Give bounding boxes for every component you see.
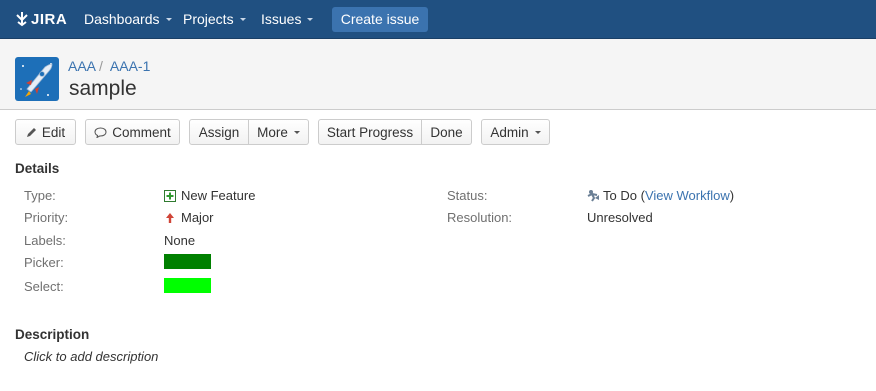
priority-label: Priority: <box>24 210 69 225</box>
speech-bubble-icon <box>94 127 107 138</box>
rocket-icon <box>15 57 59 101</box>
select-label: Select: <box>24 279 64 294</box>
nav-issues-label: Issues <box>261 11 302 27</box>
description-heading[interactable]: Description <box>15 327 89 342</box>
priority-value-text: Major <box>181 210 214 225</box>
to-do-status-icon <box>587 190 599 202</box>
type-value: New Feature <box>164 188 255 203</box>
status-close-paren: ) <box>729 188 735 203</box>
picker-label: Picker: <box>24 255 64 270</box>
more-button[interactable]: More <box>249 119 309 145</box>
nav-dashboards[interactable]: Dashboards <box>84 0 172 38</box>
comment-button[interactable]: Comment <box>85 119 180 145</box>
status-value-text: To Do <box>603 188 637 203</box>
admin-button[interactable]: Admin <box>481 119 550 145</box>
more-button-label: More <box>257 125 288 140</box>
pencil-icon <box>26 127 36 137</box>
status-value: To Do (View Workflow) <box>587 188 734 203</box>
issue-summary-title[interactable]: sample <box>69 77 137 101</box>
admin-button-label: Admin <box>490 125 529 140</box>
done-button[interactable]: Done <box>422 119 472 145</box>
breadcrumb-project-link[interactable]: AAA <box>68 58 96 74</box>
labels-label: Labels: <box>24 233 66 248</box>
details-heading[interactable]: Details <box>15 161 59 176</box>
top-navigation-bar: JIRA Dashboards Projects Issues Create i… <box>0 0 876 39</box>
nav-dashboards-label: Dashboards <box>84 11 160 27</box>
type-value-text: New Feature <box>181 188 256 203</box>
assign-button-label: Assign <box>198 125 240 140</box>
new-feature-icon <box>164 189 176 202</box>
chevron-down-icon <box>239 17 246 21</box>
type-label: Type: <box>24 188 56 203</box>
major-priority-arrow-icon <box>166 212 174 223</box>
breadcrumb: AAA / AAA-1 <box>68 58 150 74</box>
picker-color-swatch[interactable] <box>164 254 211 269</box>
nav-projects[interactable]: Projects <box>183 0 246 38</box>
jira-logo[interactable]: JIRA <box>15 10 67 28</box>
breadcrumb-separator: / <box>99 58 103 74</box>
resolution-value: Unresolved <box>587 210 653 225</box>
chevron-down-icon <box>165 17 172 21</box>
comment-button-label: Comment <box>112 125 171 140</box>
priority-value: Major <box>164 210 214 225</box>
chevron-down-icon <box>534 130 541 134</box>
create-issue-button[interactable]: Create issue <box>332 7 428 32</box>
select-color-swatch[interactable] <box>164 278 211 293</box>
issue-header: AAA / AAA-1 sample <box>0 39 876 110</box>
assign-button[interactable]: Assign <box>189 119 249 145</box>
description-placeholder[interactable]: Click to add description <box>24 349 158 364</box>
resolution-label: Resolution: <box>447 210 513 225</box>
view-workflow-link[interactable]: View Workflow <box>645 188 730 203</box>
jira-logo-icon <box>16 12 28 27</box>
breadcrumb-issue-key-link[interactable]: AAA-1 <box>110 58 150 74</box>
edit-button-label: Edit <box>41 125 66 140</box>
start-progress-button-label: Start Progress <box>326 125 414 140</box>
start-progress-button[interactable]: Start Progress <box>318 119 422 145</box>
chevron-down-icon <box>307 17 314 21</box>
chevron-down-icon <box>293 130 300 134</box>
labels-value[interactable]: None <box>164 233 195 248</box>
nav-issues[interactable]: Issues <box>261 0 314 38</box>
status-label: Status: <box>447 188 488 203</box>
edit-button[interactable]: Edit <box>15 119 76 145</box>
nav-projects-label: Projects <box>183 11 234 27</box>
done-button-label: Done <box>430 125 463 140</box>
jira-logo-text: JIRA <box>31 10 68 28</box>
project-avatar[interactable] <box>15 57 59 101</box>
